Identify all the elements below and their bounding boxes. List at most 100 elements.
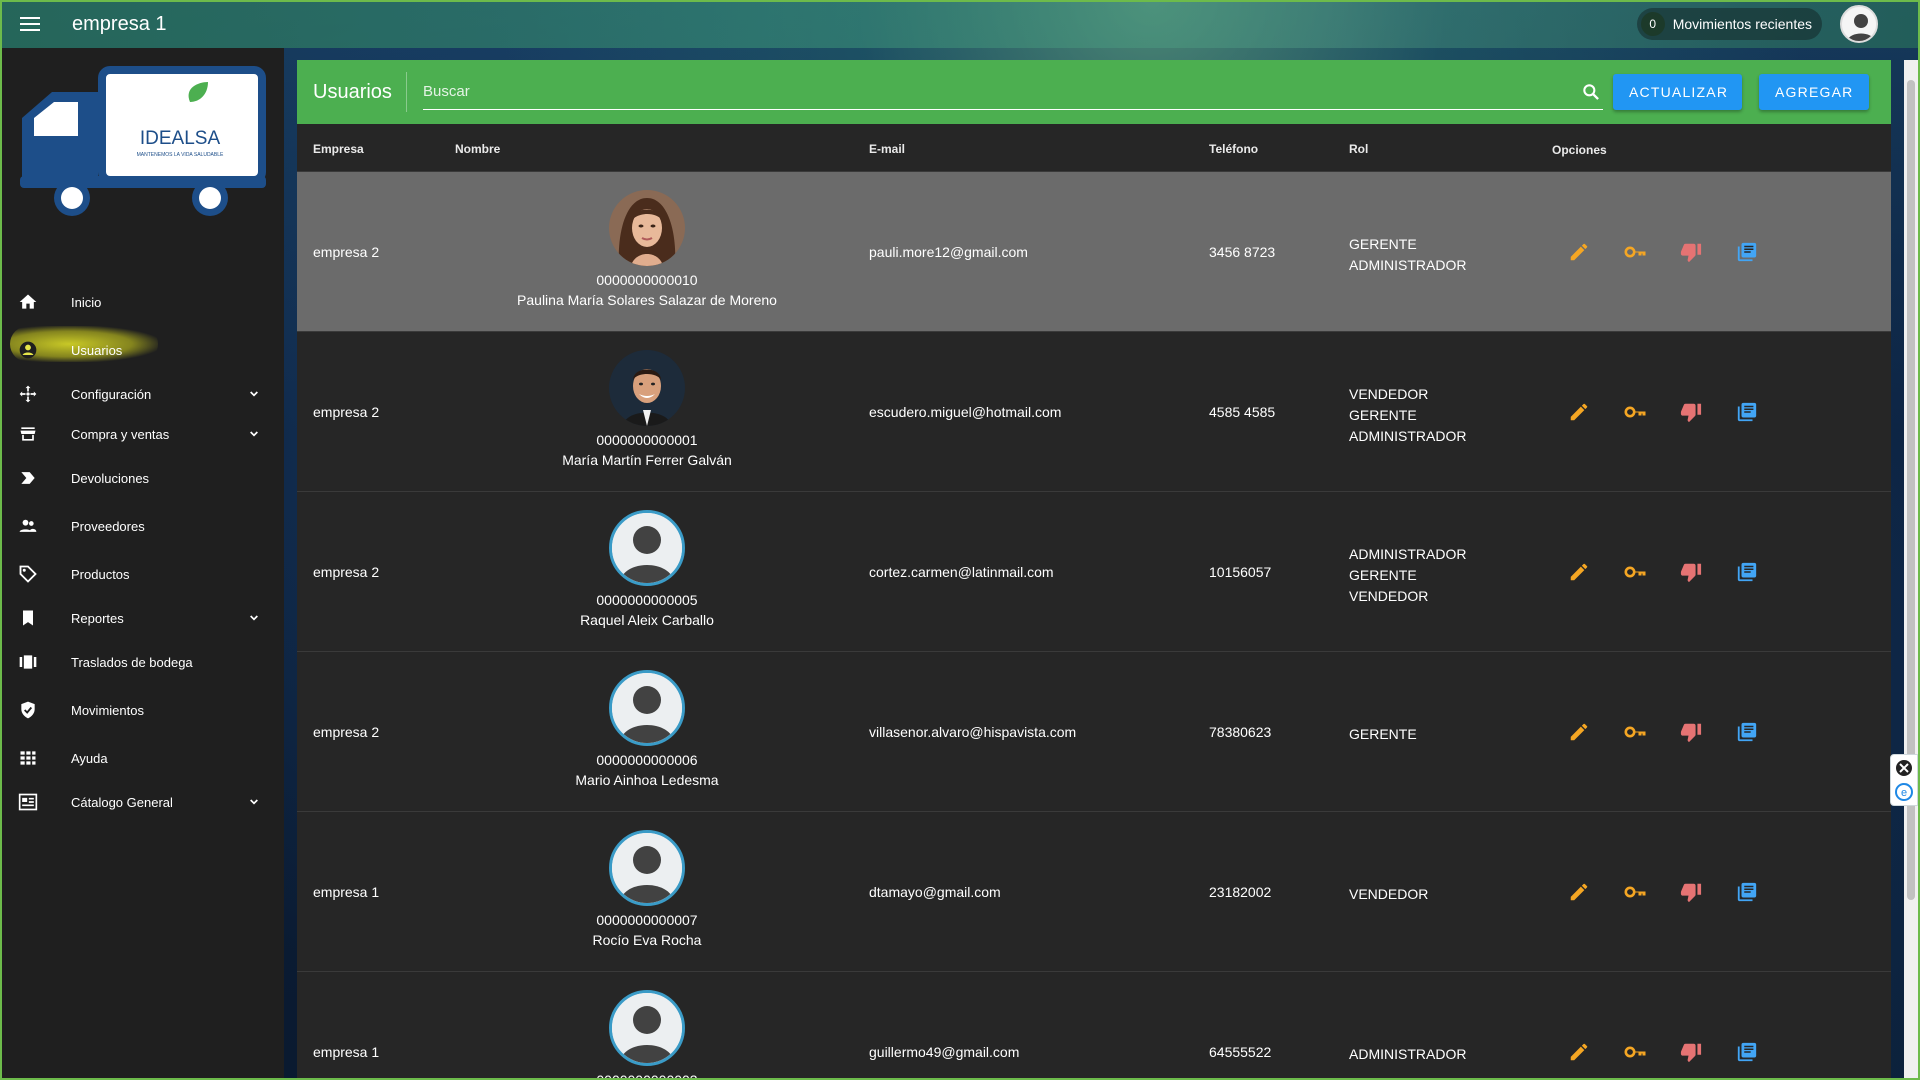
notes-icon[interactable] [1735,720,1759,744]
add-user-button[interactable]: AGREGAR [1759,74,1869,110]
thumb-down-icon[interactable] [1679,400,1703,424]
edit-pencil-icon[interactable] [1567,400,1591,424]
user-avatar [609,190,685,266]
cell-telefono: 4585 4585 [1209,404,1276,420]
table-row[interactable]: empresa 1 0000000000003 guillermo49@gmai… [297,972,1891,1080]
column-header-email[interactable]: E-mail [869,142,905,156]
floating-extension-widget[interactable]: e [1890,754,1918,806]
sidebar-item-ayuda[interactable]: Ayuda [0,738,284,778]
user-fullname: Paulina María Solares Salazar de Moreno [517,292,777,308]
search-input[interactable] [423,83,1563,100]
table-row[interactable]: empresa 2 0000000000005 Raquel Aleix Car… [297,492,1891,652]
key-icon[interactable] [1623,880,1647,904]
table-row[interactable]: empresa 2 0000000000001 María Martín Fer… [297,332,1891,492]
cell-rol: ADMINISTRADOR GERENTE VENDEDOR [1349,544,1466,607]
chevron-down-icon[interactable] [246,386,262,402]
edit-pencil-icon[interactable] [1567,560,1591,584]
cell-rol: ADMINISTRADOR [1349,1044,1466,1065]
notes-icon[interactable] [1735,560,1759,584]
key-icon[interactable] [1623,400,1647,424]
sidebar-item-inicio[interactable]: Inicio [0,282,284,322]
sidebar-item-devoluciones[interactable]: Devoluciones [0,458,284,498]
users-toolbar: Usuarios ACTUALIZAR AGREGAR [297,60,1891,124]
page-scrollbar[interactable] [1904,60,1918,1080]
sidebar-item-compra-ventas[interactable]: Compra y ventas [0,414,284,454]
cell-empresa: empresa 2 [313,404,380,420]
user-fullname: Mario Ainhoa Ledesma [575,772,719,788]
default-avatar-icon [609,990,685,1066]
notes-icon[interactable] [1735,400,1759,424]
key-icon[interactable] [1623,1040,1647,1064]
cell-empresa: empresa 1 [313,884,380,900]
sidebar-item-traslados[interactable]: Traslados de bodega [0,642,284,682]
row-options [1567,400,1791,424]
sidebar-item-label: Usuarios [71,342,123,358]
app-title: empresa 1 [72,12,167,35]
home-icon [16,290,40,314]
notes-icon[interactable] [1735,880,1759,904]
column-header-empresa[interactable]: Empresa [313,142,364,156]
sidebar: IDEALSA MANTENEMOS LA VIDA SALUDABLE Ini… [0,48,284,1080]
toolbar-divider [406,72,407,112]
column-header-rol[interactable]: Rol [1349,142,1368,156]
sidebar-item-proveedores[interactable]: Proveedores [0,506,284,546]
page-title: Usuarios [313,80,392,103]
cell-email: escudero.miguel@hotmail.com [869,404,1062,420]
role-item: ADMINISTRADOR [1349,257,1467,273]
svg-text:e: e [1901,787,1907,799]
tag-icon [16,562,40,586]
label-arrow-icon [16,466,40,490]
notes-icon[interactable] [1735,1040,1759,1064]
sidebar-item-label: Configuración [71,386,152,402]
sidebar-item-reportes[interactable]: Reportes [0,598,284,638]
key-icon[interactable] [1623,720,1647,744]
table-body: empresa 2 0000000000010 Paulina María So… [297,172,1891,1080]
sidebar-item-movimientos[interactable]: Movimientos [0,690,284,730]
column-header-nombre[interactable]: Nombre [455,142,500,156]
cell-nombre: 0000000000006 Mario Ainhoa Ledesma [497,670,797,790]
notes-icon[interactable] [1735,240,1759,264]
sidebar-item-usuarios[interactable]: Usuarios [0,326,284,370]
table-row[interactable]: empresa 1 0000000000007 Rocío Eva Rocha … [297,812,1891,972]
hamburger-menu-icon[interactable] [6,0,54,48]
store-icon [16,422,40,446]
edit-pencil-icon[interactable] [1567,880,1591,904]
chevron-down-icon[interactable] [246,610,262,626]
sidebar-item-configuracion[interactable]: Configuración [0,374,284,414]
thumb-down-icon[interactable] [1679,240,1703,264]
thumb-down-icon[interactable] [1679,880,1703,904]
cell-email: villasenor.alvaro@hispavista.com [869,724,1077,740]
key-icon[interactable] [1623,240,1647,264]
chevron-down-icon[interactable] [246,794,262,810]
role-item: VENDEDOR [1349,588,1429,604]
role-item: VENDEDOR [1349,386,1429,402]
cell-empresa: empresa 2 [313,564,380,580]
table-row[interactable]: empresa 2 0000000000006 Mario Ainhoa Led… [297,652,1891,812]
people-icon [16,514,40,538]
catalog-icon [16,790,40,814]
recent-movements-label: Movimientos recientes [1672,16,1812,32]
top-app-bar: empresa 1 0 Movimientos recientes [0,0,1920,48]
search-icon[interactable] [1581,82,1601,102]
sidebar-item-catalogo[interactable]: Cátalogo General [0,782,284,822]
table-row[interactable]: empresa 2 0000000000010 Paulina María So… [297,172,1891,332]
key-icon[interactable] [1623,560,1647,584]
edit-pencil-icon[interactable] [1567,240,1591,264]
role-item: GERENTE [1349,726,1417,742]
shield-check-icon [16,698,40,722]
chevron-down-icon[interactable] [246,426,262,442]
sidebar-item-productos[interactable]: Productos [0,554,284,594]
recent-movements-chip[interactable]: 0 Movimientos recientes [1636,8,1822,40]
thumb-down-icon[interactable] [1679,560,1703,584]
table-header: Empresa Nombre E-mail Teléfono Rol Opcio… [297,124,1891,172]
edit-pencil-icon[interactable] [1567,720,1591,744]
thumb-down-icon[interactable] [1679,720,1703,744]
column-header-telefono[interactable]: Teléfono [1209,142,1258,156]
cell-nombre: 0000000000003 [497,990,797,1080]
update-button[interactable]: ACTUALIZAR [1613,74,1742,110]
user-avatar-icon[interactable] [1840,5,1878,43]
edit-pencil-icon[interactable] [1567,1040,1591,1064]
column-header-opciones: Opciones [1552,143,1607,157]
thumb-down-icon[interactable] [1679,1040,1703,1064]
cell-nombre: 0000000000010 Paulina María Solares Sala… [497,190,797,310]
